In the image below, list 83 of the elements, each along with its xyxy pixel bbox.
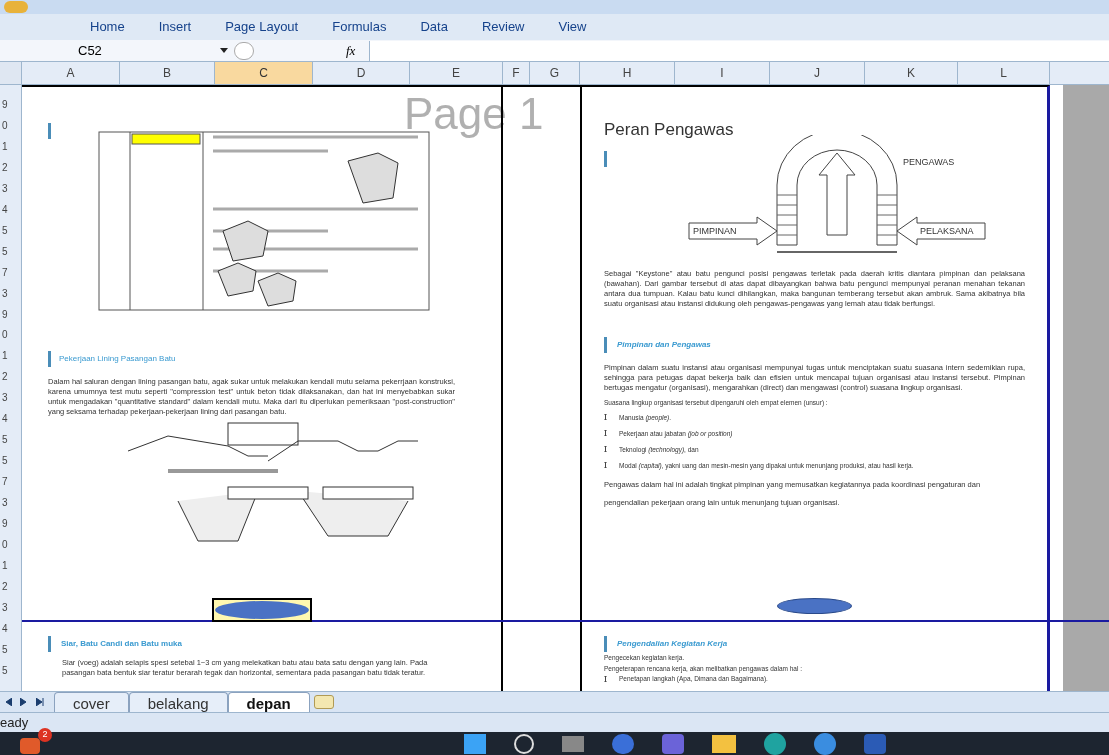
name-box[interactable]: C52 <box>70 41 220 60</box>
column-header[interactable]: J <box>770 62 865 84</box>
bullet-icon <box>604 676 607 682</box>
sheet-tab[interactable]: cover <box>54 692 129 712</box>
app-icon[interactable] <box>20 737 40 754</box>
column-header[interactable]: C <box>215 62 313 84</box>
bullet-icon <box>604 462 607 469</box>
row-number: 4 <box>1 203 9 216</box>
ribbon-tab[interactable]: Data <box>408 17 460 37</box>
section-heading: Pekerjaan Lining Pasangan Batu <box>59 353 176 365</box>
row-number: 2 <box>1 580 9 593</box>
row-number: 0 <box>1 329 9 342</box>
column-header[interactable]: D <box>313 62 410 84</box>
accent-bar <box>604 636 607 652</box>
out-of-page-area <box>1063 622 1109 691</box>
row-number: 3 <box>1 497 9 510</box>
column-header[interactable]: F <box>503 62 530 84</box>
row-number: 5 <box>1 224 9 237</box>
row-number: 3 <box>1 392 9 405</box>
task-view-icon[interactable] <box>562 735 584 752</box>
row-number: 5 <box>1 643 9 656</box>
app-icon[interactable] <box>864 733 886 754</box>
ribbon-tab[interactable]: Formulas <box>320 17 399 37</box>
sheet-nav-arrow-icon[interactable] <box>36 698 44 706</box>
column-header[interactable]: H <box>580 62 675 84</box>
formula-input-field[interactable] <box>369 40 1109 61</box>
row-number: 4 <box>1 622 9 635</box>
row-number: 1 <box>1 559 9 572</box>
row-number: 5 <box>1 245 9 258</box>
column-header[interactable]: I <box>675 62 770 84</box>
folder-icon[interactable] <box>712 734 736 753</box>
column-header[interactable]: K <box>865 62 958 84</box>
row-number: 3 <box>1 601 9 614</box>
column-header[interactable]: L <box>958 62 1050 84</box>
accent-bar <box>48 636 51 652</box>
row-number: 9 <box>1 308 9 321</box>
insert-function-button[interactable]: fx <box>346 40 356 61</box>
row-number: 9 <box>1 518 9 531</box>
app-icon[interactable] <box>814 732 836 755</box>
row-number: 5 <box>1 434 9 447</box>
row-number: 5 <box>1 455 9 468</box>
row-number: 0 <box>1 119 9 132</box>
row-number: 7 <box>1 266 9 279</box>
status-text: eady <box>0 713 29 732</box>
app-icon[interactable] <box>662 733 684 754</box>
accent-bar <box>48 123 51 139</box>
row-number: 1 <box>1 350 9 363</box>
app-icon[interactable] <box>612 733 634 754</box>
row-number: 2 <box>1 161 9 174</box>
section-heading: Siar, Batu Candi dan Batu muka <box>61 638 182 650</box>
start-icon[interactable] <box>464 733 486 754</box>
bullet-icon <box>604 446 607 453</box>
row-number: 0 <box>1 539 9 551</box>
accent-bar <box>604 150 607 167</box>
row-number: 4 <box>1 413 9 426</box>
row-number: 3 <box>1 182 9 195</box>
ribbon-tab[interactable]: Page Layout <box>213 17 311 37</box>
ribbon-tab[interactable]: Review <box>469 17 537 37</box>
row-number: 7 <box>1 476 9 489</box>
row-number: 2 <box>1 371 9 384</box>
column-header[interactable]: A <box>22 62 120 84</box>
ribbon-tab[interactable]: Home <box>78 17 137 37</box>
accent-bar <box>604 336 607 353</box>
search-icon[interactable] <box>514 733 534 754</box>
sheet-tab[interactable]: depan <box>227 692 310 712</box>
sheet-tab[interactable]: belakang <box>128 692 228 712</box>
oval-shape[interactable] <box>777 598 852 614</box>
bullet-icon <box>604 414 607 421</box>
section-heading: Pengendalian Kegiatan Kerja <box>617 638 728 650</box>
ribbon-tab[interactable]: View <box>546 17 599 37</box>
row-number: 5 <box>1 664 9 677</box>
row-number: 1 <box>1 140 9 153</box>
oval-shape[interactable] <box>212 598 312 622</box>
row-number: 9 <box>1 99 9 111</box>
bullet-icon <box>604 430 607 437</box>
row-number: 3 <box>1 287 9 300</box>
accent-bar <box>48 351 51 367</box>
dropdown-caret-icon[interactable] <box>220 48 228 53</box>
section-heading: Pimpinan dan Pengawas <box>617 338 711 351</box>
browser-icon[interactable] <box>764 732 786 755</box>
ribbon-tab[interactable]: Insert <box>146 17 204 37</box>
column-header[interactable]: E <box>410 62 503 84</box>
column-header[interactable]: G <box>530 62 580 84</box>
